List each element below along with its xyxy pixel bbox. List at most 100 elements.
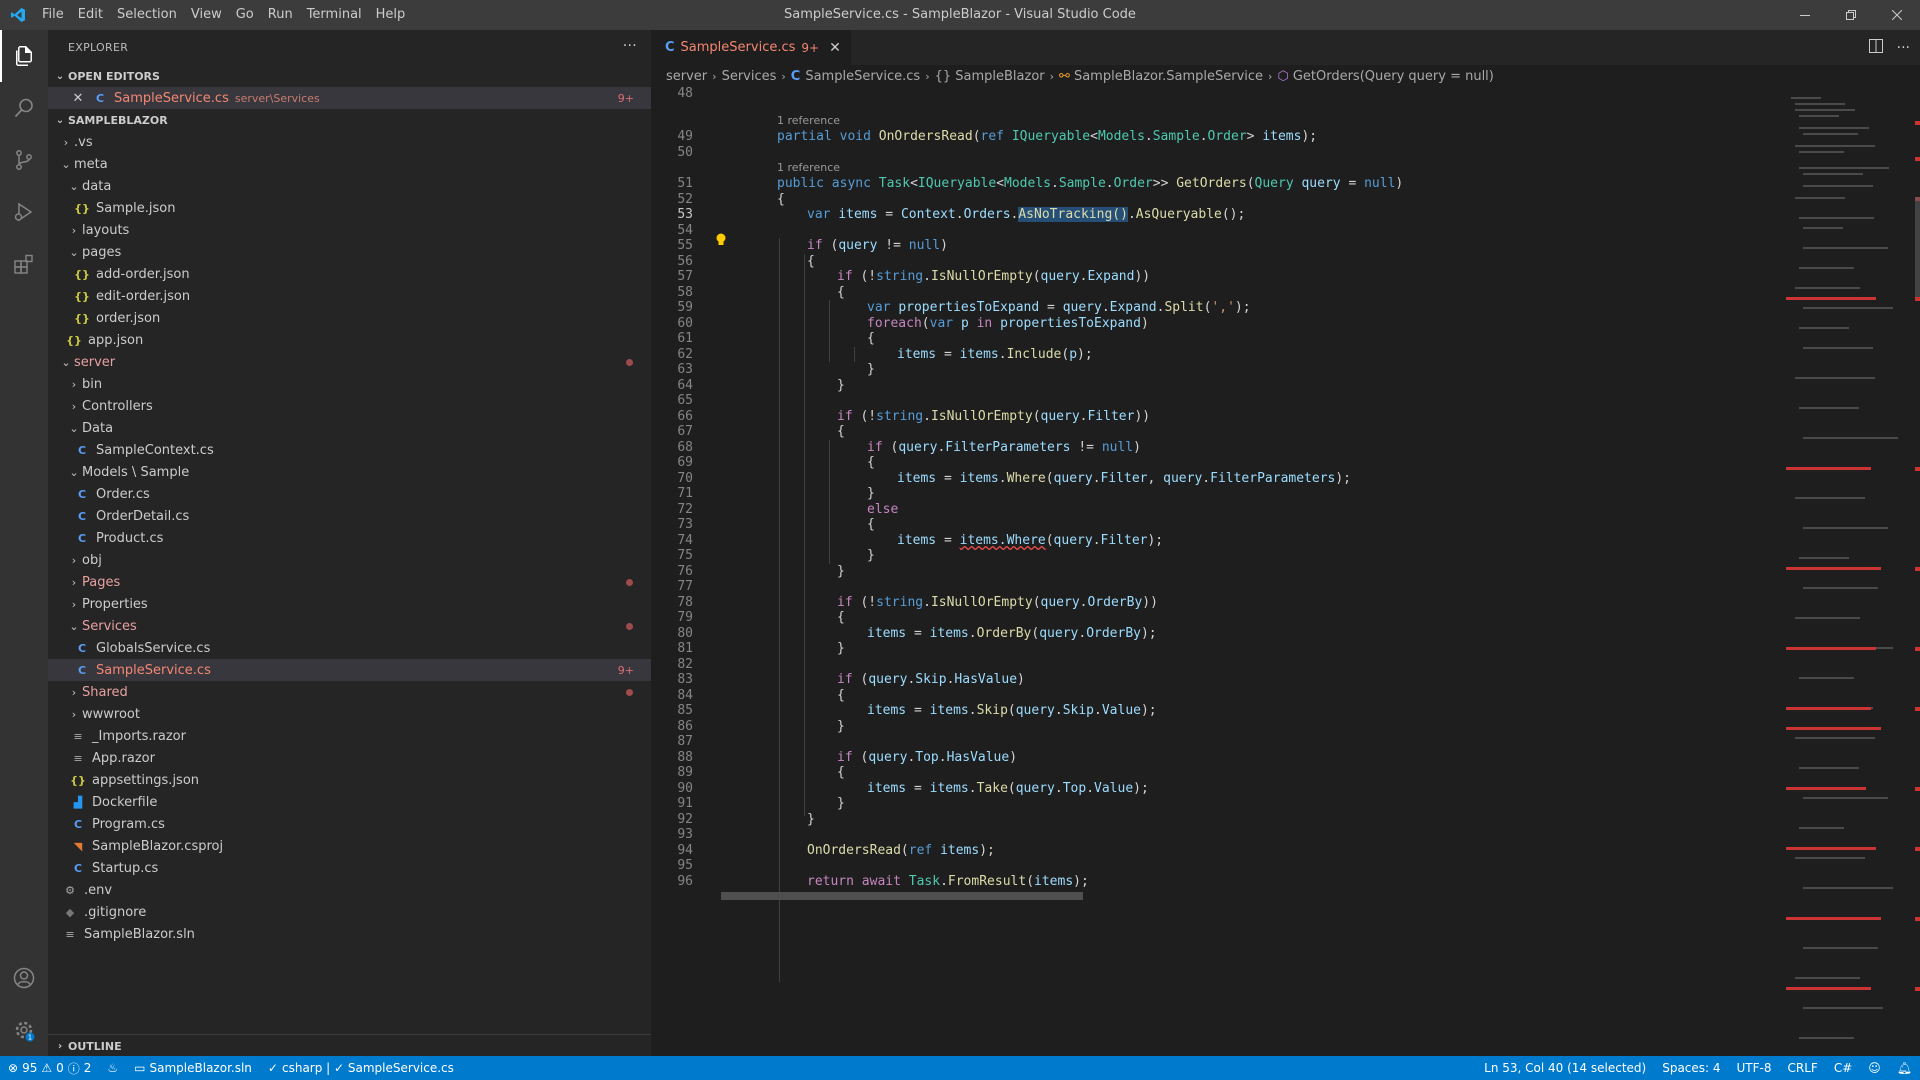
tree-item[interactable]: C Program.cs — [48, 813, 651, 835]
tree-item[interactable]: {} edit-order.json — [48, 285, 651, 307]
line-number: 71 — [677, 486, 693, 501]
tree-item[interactable]: ⌄ Models \ Sample — [48, 461, 651, 483]
code-line-84: { — [837, 688, 845, 703]
title-bar: File Edit Selection View Go Run Terminal… — [0, 0, 1920, 30]
tab-sampleservice[interactable]: C SampleService.cs 9+ ✕ — [651, 30, 851, 65]
tree-item[interactable]: C Startup.cs — [48, 857, 651, 879]
lightbulb-icon[interactable] — [715, 233, 727, 247]
tree-item[interactable]: › Pages — [48, 571, 651, 593]
horizontal-scrollbar[interactable] — [721, 892, 1083, 900]
breadcrumb-namespace[interactable]: {} SampleBlazor — [935, 69, 1045, 84]
feedback-icon[interactable]: ☺ — [1860, 1061, 1889, 1075]
split-editor-icon[interactable] — [1868, 38, 1883, 57]
menu-help[interactable]: Help — [369, 0, 413, 30]
tree-item[interactable]: › Properties — [48, 593, 651, 615]
tree-item[interactable]: › .vs — [48, 131, 651, 153]
tree-item[interactable]: ≡ App.razor — [48, 747, 651, 769]
menu-selection[interactable]: Selection — [110, 0, 184, 30]
codelens-reference[interactable]: 1 reference — [777, 114, 840, 127]
indentation[interactable]: Spaces: 4 — [1654, 1061, 1728, 1075]
breadcrumb-server[interactable]: server — [666, 69, 707, 84]
breadcrumb-class[interactable]: SampleBlazor.SampleService — [1074, 69, 1263, 84]
minimize-button[interactable] — [1782, 0, 1828, 30]
chevron-right-icon: › — [1268, 69, 1273, 83]
tree-item[interactable]: C OrderDetail.cs — [48, 505, 651, 527]
breadcrumb-method[interactable]: GetOrders(Query query = null) — [1293, 69, 1494, 84]
tree-item[interactable]: › Shared — [48, 681, 651, 703]
end-of-line[interactable]: CRLF — [1780, 1061, 1826, 1075]
menu-edit[interactable]: Edit — [71, 0, 110, 30]
tree-item[interactable]: › layouts — [48, 219, 651, 241]
more-actions-icon[interactable]: ··· — [1897, 40, 1910, 56]
tree-item[interactable]: ◆ .gitignore — [48, 901, 651, 923]
extensions-icon[interactable] — [0, 238, 48, 290]
tree-item[interactable]: ⌄ pages — [48, 241, 651, 263]
codelens-reference[interactable]: 1 reference — [777, 161, 840, 174]
tree-item[interactable]: {} Sample.json — [48, 197, 651, 219]
cursor-position[interactable]: Ln 53, Col 40 (14 selected) — [1476, 1061, 1654, 1075]
tree-item[interactable]: ≡ _Imports.razor — [48, 725, 651, 747]
line-number: 89 — [677, 765, 693, 780]
tree-item[interactable]: {} app.json — [48, 329, 651, 351]
tree-item[interactable]: ⌄ meta — [48, 153, 651, 175]
accounts-icon[interactable] — [0, 952, 48, 1004]
more-actions-icon[interactable]: ··· — [623, 38, 637, 54]
tree-item-label: Startup.cs — [92, 860, 159, 876]
tree-item[interactable]: ⚙ .env — [48, 879, 651, 901]
tree-item[interactable]: › wwwroot — [48, 703, 651, 725]
flame-icon[interactable]: ♨ — [99, 1061, 126, 1075]
tree-item[interactable]: C SampleContext.cs — [48, 439, 651, 461]
tree-item[interactable]: ≡ SampleBlazor.sln — [48, 923, 651, 945]
outline-label: OUTLINE — [68, 1039, 122, 1053]
breadcrumb-file[interactable]: SampleService.cs — [805, 69, 920, 84]
project-status[interactable]: ✓ csharp | ✓ SampleService.cs — [260, 1061, 462, 1075]
tree-item[interactable]: › Controllers — [48, 395, 651, 417]
tree-item[interactable]: {} add-order.json — [48, 263, 651, 285]
csharp-file-icon: C — [665, 40, 675, 55]
open-editor-item[interactable]: ✕ C SampleService.cs server\Services 9+ — [48, 87, 651, 109]
tree-item[interactable]: C Product.cs — [48, 527, 651, 549]
tree-item-selected[interactable]: C SampleService.cs 9+ — [48, 659, 651, 681]
restore-button[interactable] — [1828, 0, 1874, 30]
chevron-down-icon: ⌄ — [61, 355, 71, 369]
tree-item[interactable]: C GlobalsService.cs — [48, 637, 651, 659]
run-debug-icon[interactable] — [0, 186, 48, 238]
outline-section[interactable]: › OUTLINE — [48, 1034, 651, 1056]
tree-item[interactable]: ⌄ server — [48, 351, 651, 373]
breadcrumb-services[interactable]: Services — [722, 69, 777, 84]
source-control-icon[interactable] — [0, 134, 48, 186]
tree-item[interactable]: › obj — [48, 549, 651, 571]
menu-view[interactable]: View — [184, 0, 229, 30]
explorer-icon[interactable] — [0, 30, 48, 82]
tree-item[interactable]: {} appsettings.json — [48, 769, 651, 791]
line-number: 54 — [677, 223, 693, 238]
search-icon[interactable] — [0, 82, 48, 134]
language-mode[interactable]: C# — [1826, 1061, 1860, 1075]
menu-terminal[interactable]: Terminal — [300, 0, 369, 30]
editor-tabs: C SampleService.cs 9+ ✕ ··· — [651, 30, 1920, 65]
close-tab-icon[interactable]: ✕ — [829, 40, 841, 56]
tree-item[interactable]: ⌄ Services — [48, 615, 651, 637]
open-editors-header[interactable]: ⌄ OPEN EDITORS — [48, 65, 651, 87]
tree-item[interactable]: ⌄ Data — [48, 417, 651, 439]
tree-item[interactable]: C Order.cs — [48, 483, 651, 505]
menu-run[interactable]: Run — [261, 0, 300, 30]
notifications-bell-icon[interactable]: 🔔︎ — [1889, 1061, 1920, 1075]
encoding[interactable]: UTF-8 — [1729, 1061, 1780, 1075]
tree-item[interactable]: ◥ SampleBlazor.csproj — [48, 835, 651, 857]
code-editor[interactable]: 48 49 50 51 52 53 54 55 56 57 58 59 60 6… — [651, 87, 1781, 1056]
minimap[interactable] — [1781, 87, 1920, 1056]
close-window-button[interactable] — [1874, 0, 1920, 30]
menu-go[interactable]: Go — [229, 0, 261, 30]
tree-item[interactable]: › bin — [48, 373, 651, 395]
tree-item[interactable]: ▟ Dockerfile — [48, 791, 651, 813]
menu-file[interactable]: File — [35, 0, 71, 30]
close-icon[interactable]: ✕ — [70, 91, 86, 106]
tree-item[interactable]: ⌄ data — [48, 175, 651, 197]
problems-indicator[interactable]: ⊗ 95 ⚠ 0 ⓘ 2 — [0, 1060, 99, 1077]
outline-header[interactable]: › OUTLINE — [48, 1035, 651, 1057]
tree-item[interactable]: {} order.json — [48, 307, 651, 329]
manage-gear-icon[interactable]: 1 — [0, 1004, 48, 1056]
project-header[interactable]: ⌄ SAMPLEBLAZOR — [48, 109, 651, 131]
solution-selector[interactable]: ▭ SampleBlazor.sln — [126, 1061, 260, 1075]
